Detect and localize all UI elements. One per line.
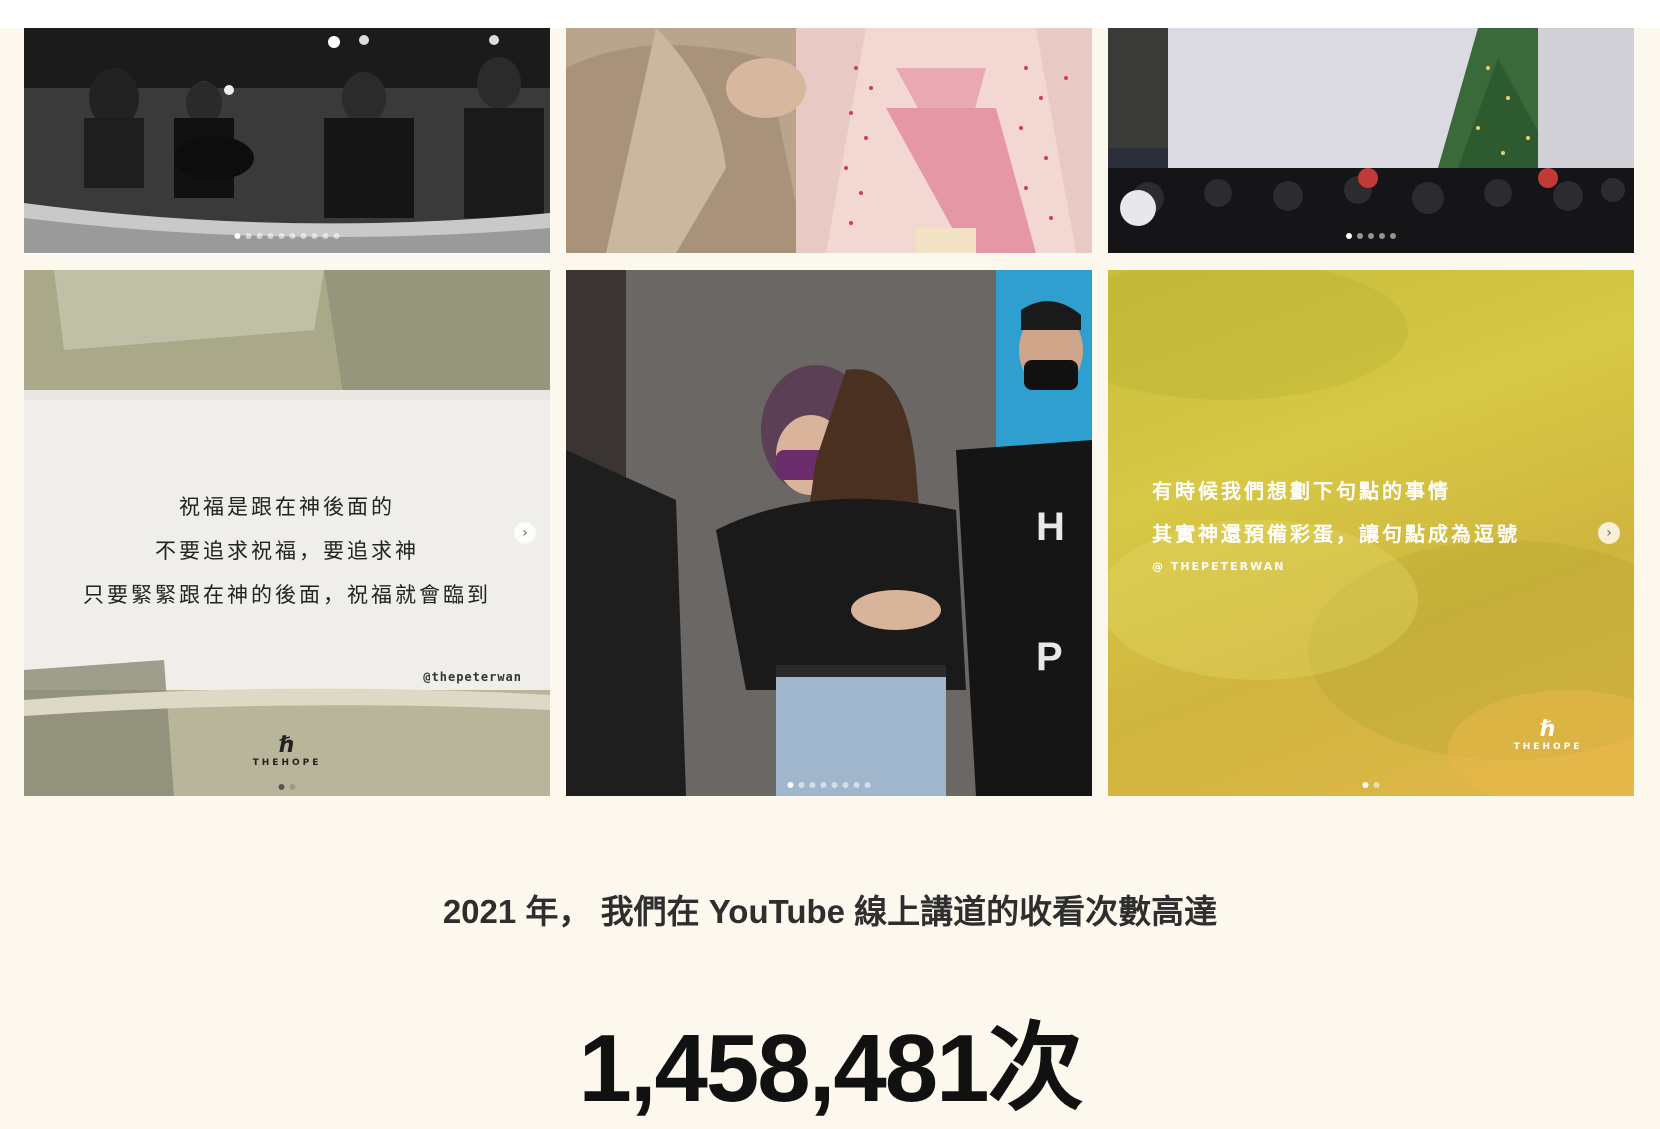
logo-mark-icon: ℏ: [279, 733, 295, 758]
carousel-dot[interactable]: [1390, 233, 1396, 239]
carousel-dot[interactable]: [1379, 233, 1385, 239]
carousel-dot[interactable]: [864, 782, 871, 788]
carousel-dot[interactable]: [278, 784, 285, 790]
youtube-views-count: 1,458,481次: [578, 1015, 1083, 1122]
embrace-photo: [566, 28, 1092, 253]
handle-text: @thepeterwan: [423, 670, 522, 684]
gallery-post-worship-stage[interactable]: [24, 28, 550, 253]
hugging-photo: H P: [566, 270, 1092, 796]
carousel-dot[interactable]: [842, 782, 849, 788]
gallery-post-hugging[interactable]: H P: [566, 270, 1092, 796]
carousel-dot[interactable]: [809, 782, 816, 788]
youtube-views-heading: 2021 年， 我們在 YouTube 線上講道的收看次數高達: [442, 893, 1218, 930]
gallery-post-blessing-quote[interactable]: 祝福是跟在神後面的 不要追求祝福，要追求神 只要緊緊跟在神的後面，祝福就會臨到 …: [24, 270, 550, 796]
logo-mark-icon: ℏ: [1540, 717, 1556, 742]
handle-text: @ THEPETERWAN: [1152, 560, 1286, 573]
carousel-dot[interactable]: [267, 233, 274, 239]
carousel-dot[interactable]: [234, 233, 241, 239]
quote-line-2: 不要追求祝福，要追求神: [155, 539, 419, 563]
carousel-dot[interactable]: [853, 782, 860, 788]
carousel-dot[interactable]: [1362, 782, 1369, 788]
carousel-dot[interactable]: [245, 233, 252, 239]
carousel-dots: [787, 782, 871, 788]
quote-text: 祝福是跟在神後面的 不要追求祝福，要追求神 只要緊緊跟在神的後面，祝福就會臨到: [24, 485, 550, 617]
carousel-dot[interactable]: [820, 782, 827, 788]
carousel-dot[interactable]: [311, 233, 318, 239]
carousel-dots: [234, 233, 340, 239]
quote-line-2: 其實神還預備彩蛋，讓句點成為逗號: [1152, 522, 1520, 546]
quote-line-1: 有時候我們想劃下句點的事情: [1152, 479, 1451, 503]
carousel-dot[interactable]: [831, 782, 838, 788]
quote-line-1: 祝福是跟在神後面的: [179, 495, 395, 519]
carousel-dot[interactable]: [289, 233, 296, 239]
carousel-dots: [1362, 782, 1380, 788]
next-slide-button[interactable]: ›: [514, 522, 536, 544]
worship-stage-photo: [24, 28, 550, 253]
gallery-post-comma-quote[interactable]: 有時候我們想劃下句點的事情 其實神還預備彩蛋，讓句點成為逗號 @ THEPETE…: [1108, 270, 1634, 796]
thehope-logo: ℏ THEHOPE: [1498, 717, 1598, 753]
thehope-logo: ℏ THEHOPE: [237, 733, 337, 769]
carousel-dot[interactable]: [333, 233, 340, 239]
carousel-dot[interactable]: [1368, 233, 1374, 239]
carousel-dot[interactable]: [300, 233, 307, 239]
gallery-post-christmas-event[interactable]: [1108, 28, 1634, 253]
carousel-dot[interactable]: [278, 233, 285, 239]
carousel-dots: [278, 784, 296, 790]
carousel-dot[interactable]: [256, 233, 263, 239]
svg-text:H: H: [1036, 505, 1065, 549]
svg-text:P: P: [1036, 635, 1063, 679]
christmas-event-photo: [1108, 28, 1634, 253]
top-band: [0, 0, 1660, 28]
carousel-dot[interactable]: [1357, 233, 1363, 239]
quote-text: 有時候我們想劃下句點的事情 其實神還預備彩蛋，讓句點成為逗號 @ THEPETE…: [1152, 470, 1612, 573]
carousel-dot[interactable]: [787, 782, 794, 788]
next-slide-button[interactable]: ›: [1598, 522, 1620, 544]
carousel-dot[interactable]: [289, 784, 296, 790]
carousel-dots: [1346, 233, 1396, 239]
carousel-dot[interactable]: [798, 782, 805, 788]
carousel-dot[interactable]: [1373, 782, 1380, 788]
gallery-post-embrace[interactable]: [566, 28, 1092, 253]
carousel-dot[interactable]: [1346, 233, 1352, 239]
carousel-dot[interactable]: [322, 233, 329, 239]
quote-line-3: 只要緊緊跟在神的後面，祝福就會臨到: [83, 583, 491, 607]
